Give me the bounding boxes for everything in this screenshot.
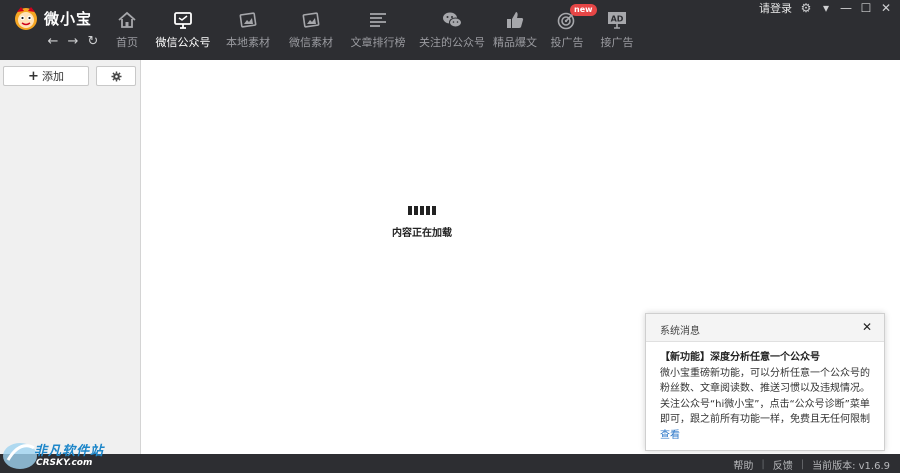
home-icon [118, 11, 136, 28]
help-link[interactable]: 帮助 [733, 457, 753, 472]
menu-dropdown-icon[interactable]: ▾ [820, 1, 832, 15]
sidebar-settings-button[interactable] [96, 66, 136, 86]
tab-label: 本地素材 [226, 36, 270, 49]
forward-arrow-icon[interactable]: → [66, 34, 80, 49]
system-message-popup: 系统消息 ✕ 【新功能】深度分析任意一个公众号 微小宝重磅新功能，可以分析任意一… [645, 313, 885, 451]
close-window-icon[interactable]: ✕ [880, 1, 892, 15]
tab-wechat-accounts[interactable]: 微信公众号 [150, 0, 216, 60]
tab-wechat-materials[interactable]: 微信素材 [280, 0, 342, 60]
images-icon [239, 12, 257, 28]
popup-headline: 【新功能】深度分析任意一个公众号 [660, 352, 820, 363]
back-arrow-icon[interactable]: ← [46, 34, 60, 49]
version-text: 当前版本: v1.6.9 [812, 461, 890, 472]
wechat-icon [443, 12, 462, 28]
add-button-label: 添加 [41, 70, 64, 83]
settings-gear-icon[interactable]: ⚙ [800, 1, 812, 15]
nav-controls: ← → ↻ [46, 34, 100, 49]
images-icon [302, 12, 320, 28]
popup-close-icon[interactable]: ✕ [862, 320, 872, 334]
tab-article-ranking[interactable]: 文章排行榜 [342, 0, 414, 60]
site-watermark: 非凡软件站 CRSKY.com [0, 434, 112, 473]
top-toolbar: 微小宝 ← → ↻ 首页 微信公众号 本地素材 微信素材 文章排行榜 关注的公众… [0, 0, 900, 60]
sidebar: + 添加 [0, 60, 141, 454]
loading-indicator: 内容正在加载 [382, 206, 462, 239]
window-controls: 请登录 ⚙ ▾ — ☐ ✕ [759, 1, 892, 15]
tab-label: 接广告 [600, 36, 634, 49]
tab-label: 关注的公众号 [419, 36, 485, 49]
popup-body: 【新功能】深度分析任意一个公众号 微小宝重磅新功能，可以分析任意一个公众号的粉丝… [646, 342, 884, 443]
thumbs-up-icon [507, 12, 524, 28]
app-logo: 微小宝 [12, 5, 92, 31]
watermark-title: 非凡软件站 [34, 444, 105, 459]
status-divider: | [761, 459, 765, 470]
popup-title: 系统消息 [660, 326, 700, 337]
main-tabs: 首页 微信公众号 本地素材 微信素材 文章排行榜 关注的公众号 精品爆文 new… [104, 0, 640, 60]
ad-icon: AD [608, 12, 626, 29]
tab-local-materials[interactable]: 本地素材 [216, 0, 280, 60]
tab-post-ads[interactable]: new 投广告 [540, 0, 597, 60]
refresh-icon[interactable]: ↻ [86, 34, 100, 49]
list-icon [370, 13, 386, 27]
app-name: 微小宝 [44, 9, 93, 28]
status-divider: | [800, 459, 805, 470]
monitor-icon [174, 12, 192, 29]
tab-label: 精品爆文 [493, 36, 537, 49]
popup-message: 微小宝重磅新功能，可以分析任意一个公众号的粉丝数、文章阅读数、推送习惯以及违规情… [660, 367, 870, 426]
new-badge: new [570, 4, 597, 16]
loading-text: 内容正在加载 [392, 228, 452, 239]
tab-label: 首页 [116, 36, 138, 49]
add-account-button[interactable]: + 添加 [3, 66, 89, 86]
popup-view-link[interactable]: 查看 [660, 428, 872, 444]
tab-label: 微信公众号 [155, 36, 211, 49]
tab-receive-ads[interactable]: AD 接广告 [594, 0, 640, 60]
status-links: 帮助 | 反馈 | 当前版本: v1.6.9 [733, 457, 890, 472]
tab-followed-accounts[interactable]: 关注的公众号 [414, 0, 490, 60]
popup-header: 系统消息 ✕ [646, 314, 884, 342]
loading-spinner-icon [382, 206, 462, 216]
maximize-icon[interactable]: ☐ [860, 1, 872, 15]
tab-label: 微信素材 [289, 36, 333, 49]
tab-label: 文章排行榜 [350, 36, 406, 49]
tab-home[interactable]: 首页 [104, 0, 150, 60]
minimize-icon[interactable]: — [840, 1, 852, 15]
plus-icon: + [28, 68, 39, 84]
gear-icon [110, 70, 122, 82]
tab-hot-articles[interactable]: 精品爆文 [490, 0, 540, 60]
tab-label: 投广告 [550, 36, 584, 49]
logo-mascot-icon [15, 7, 37, 30]
login-link[interactable]: 请登录 [759, 0, 792, 16]
status-bar: 帮助 | 反馈 | 当前版本: v1.6.9 [0, 454, 900, 473]
feedback-link[interactable]: 反馈 [773, 457, 793, 472]
watermark-subtitle: CRSKY.com [36, 458, 93, 468]
ad-icon-text: AD [611, 15, 624, 24]
